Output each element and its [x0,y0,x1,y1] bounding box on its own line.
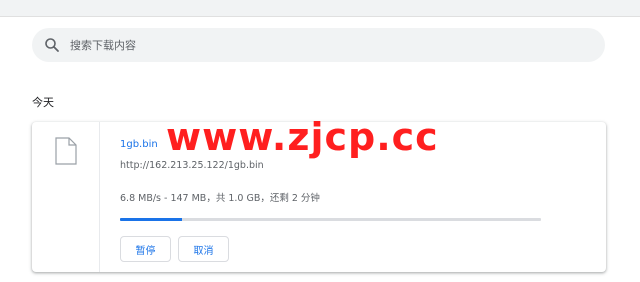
pause-button[interactable]: 暂停 [120,236,171,262]
file-icon-column [32,122,100,272]
search-input[interactable] [70,35,590,55]
download-progress-bar [120,218,541,221]
file-icon [55,137,77,165]
top-bar [0,0,640,17]
cancel-button[interactable]: 取消 [178,236,229,262]
download-progress-fill [120,218,182,221]
date-section-title: 今天 [32,96,54,109]
download-status: 6.8 MB/s - 147 MB，共 1.0 GB，还剩 2 分钟 [120,193,320,204]
file-url: http://162.213.25.122/1gb.bin [120,160,264,171]
search-bar[interactable] [32,28,605,62]
watermark-text: www.zjcp.cc [166,115,439,159]
file-name-link[interactable]: 1gb.bin [120,139,158,150]
search-icon [45,38,59,52]
